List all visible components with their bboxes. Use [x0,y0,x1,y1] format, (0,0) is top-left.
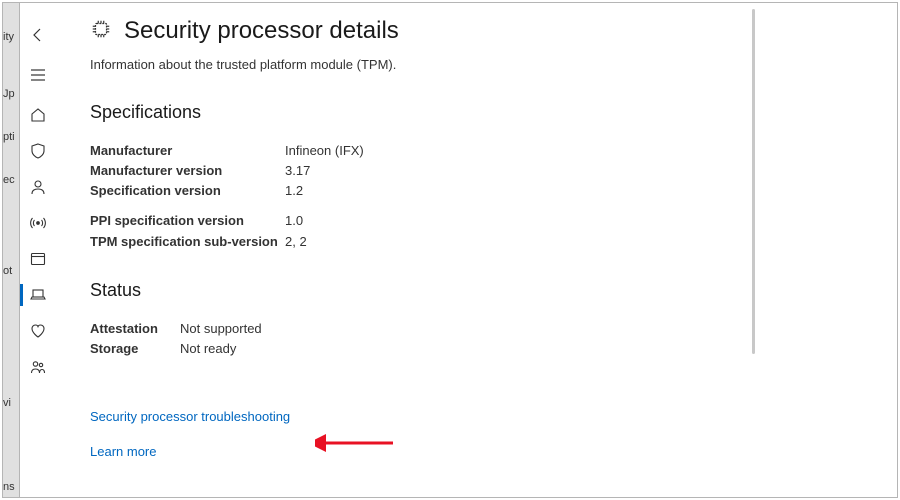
status-label: Storage [90,339,180,359]
specifications-heading: Specifications [90,102,863,123]
sidebar-item-health[interactable] [20,313,56,349]
back-button[interactable] [20,17,56,53]
spec-value: 1.0 [285,211,863,231]
status-value: Not ready [180,339,863,359]
sidebar-item-family[interactable] [20,349,56,385]
status-value: Not supported [180,319,863,339]
bg-fragment: ot [3,265,12,277]
sidebar [20,3,56,497]
bg-fragment: vi [3,397,11,409]
window-icon [30,251,46,267]
sidebar-item-account[interactable] [20,169,56,205]
spec-row: ManufacturerInfineon (IFX) [90,141,863,161]
bg-fragment: Jp [3,88,15,100]
status-label: Attestation [90,319,180,339]
back-arrow-icon [30,27,46,43]
spec-label: Manufacturer version [90,161,285,181]
sidebar-item-home[interactable] [20,97,56,133]
spec-label: Specification version [90,181,285,201]
sidebar-item-device-security[interactable] [20,277,56,313]
status-heading: Status [90,280,863,301]
sidebar-item-app-control[interactable] [20,241,56,277]
spec-value: 1.2 [285,181,863,201]
bg-fragment: ec [3,174,15,186]
status-row: StorageNot ready [90,339,863,359]
page-title: Security processor details [124,17,399,45]
spec-row: Specification version1.2 [90,181,863,201]
spec-label: PPI specification version [90,211,285,231]
troubleshooting-link[interactable]: Security processor troubleshooting [90,409,863,424]
background-window-strip: ity Jp pti ec ot vi ns [3,3,20,497]
bg-fragment: ity [3,31,14,43]
menu-button[interactable] [20,57,56,93]
sidebar-item-protection[interactable] [20,133,56,169]
chip-icon [90,18,112,45]
spec-row: TPM specification sub-version2, 2 [90,232,863,252]
page-subtitle: Information about the trusted platform m… [90,57,863,72]
spec-value: 3.17 [285,161,863,181]
main-content: Security processor details Information a… [56,3,897,497]
learn-more-link[interactable]: Learn more [90,444,863,459]
spec-value: Infineon (IFX) [285,141,863,161]
sidebar-item-firewall[interactable] [20,205,56,241]
laptop-icon [30,287,46,303]
people-icon [30,359,46,375]
status-row: AttestationNot supported [90,319,863,339]
status-table: AttestationNot supported StorageNot read… [90,319,863,359]
bg-fragment: ns [3,481,15,493]
spec-label: Manufacturer [90,141,285,161]
bg-fragment: pti [3,131,15,143]
heart-icon [30,323,46,339]
specifications-table: ManufacturerInfineon (IFX) Manufacturer … [90,141,863,252]
person-icon [30,179,46,195]
home-icon [30,107,46,123]
spec-label: TPM specification sub-version [90,232,285,252]
spec-row: Manufacturer version3.17 [90,161,863,181]
scrollbar[interactable] [752,9,755,354]
shield-icon [30,143,46,159]
spec-value: 2, 2 [285,232,863,252]
hamburger-icon [30,67,46,83]
spec-row: PPI specification version1.0 [90,211,863,231]
antenna-icon [30,215,46,231]
